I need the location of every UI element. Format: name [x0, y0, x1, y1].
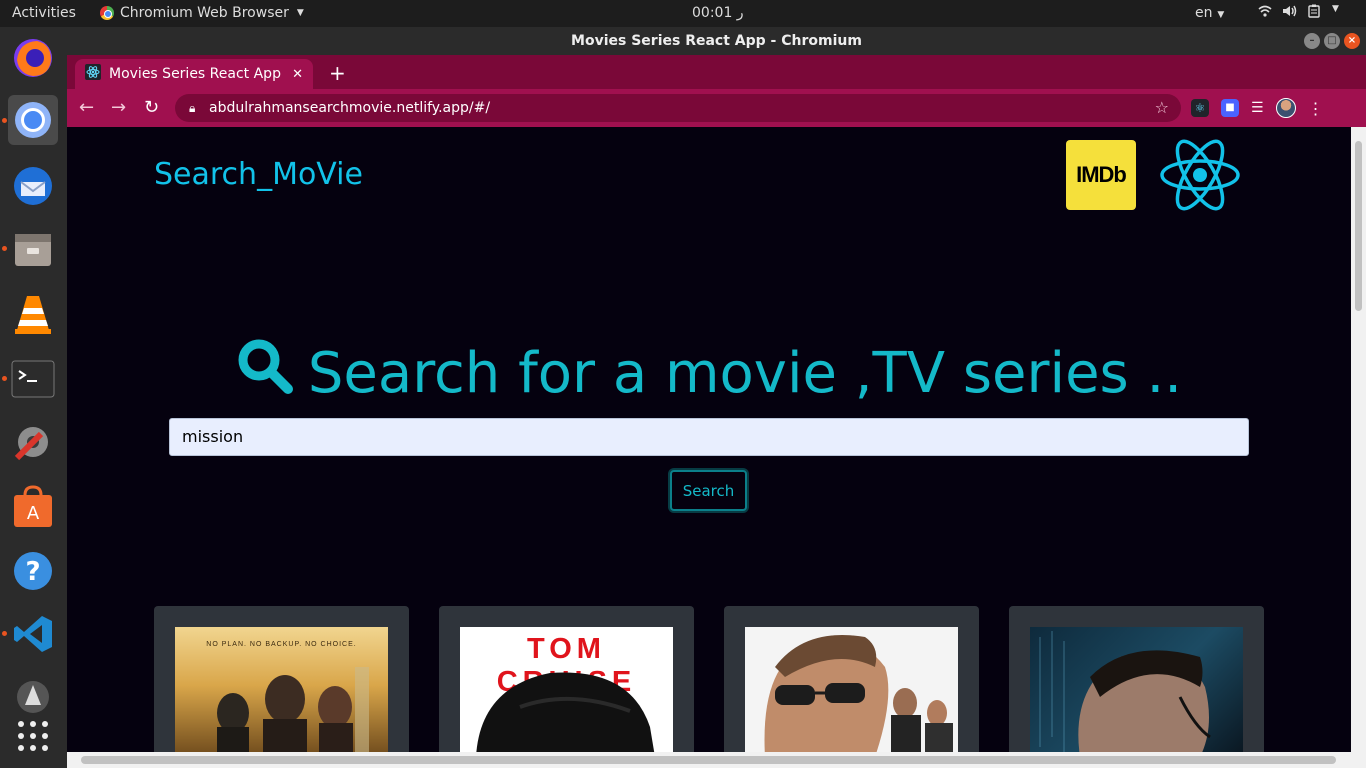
close-window-button[interactable]: ×: [1344, 33, 1360, 49]
tab-strip: Movies Series React App ✕ +: [67, 55, 1366, 89]
video-extension-icon[interactable]: ■: [1221, 99, 1239, 117]
imdb-logo-text: IMDb: [1076, 162, 1127, 187]
running-indicator: [2, 376, 7, 381]
site-brand[interactable]: Search_MoVie: [154, 157, 363, 192]
maximize-button[interactable]: □: [1324, 33, 1340, 49]
chromium-icon[interactable]: [8, 95, 58, 145]
tab-movies-series[interactable]: Movies Series React App ✕: [75, 59, 313, 89]
react-favicon-icon: [85, 64, 101, 84]
software-icon[interactable]: A: [8, 482, 58, 532]
search-button[interactable]: Search: [670, 470, 747, 511]
running-indicator: [2, 246, 7, 251]
reload-icon[interactable]: ↻: [144, 97, 159, 118]
language-label: en: [1195, 5, 1213, 21]
search-input[interactable]: mission: [169, 418, 1249, 456]
help-icon[interactable]: ?: [8, 546, 58, 596]
caret-down-icon: ▼: [1332, 4, 1339, 14]
activities-button[interactable]: Activities: [12, 5, 76, 21]
terminal-icon[interactable]: [8, 354, 58, 404]
app-menu[interactable]: Chromium Web Browser ▼: [100, 5, 304, 21]
address-bar[interactable]: 🔒︎ abdulrahmansearchmovie.netlify.app/#/…: [175, 94, 1181, 122]
svg-text:?: ?: [25, 557, 40, 587]
url-text: abdulrahmansearchmovie.netlify.app/#/: [209, 100, 491, 116]
chromium-small-icon: [100, 6, 114, 20]
vertical-scroll-thumb[interactable]: [1355, 141, 1362, 311]
horizontal-scroll-thumb[interactable]: [81, 756, 1336, 764]
minimize-button[interactable]: –: [1304, 33, 1320, 49]
movie-poster[interactable]: [1030, 627, 1243, 752]
movie-card[interactable]: [724, 606, 979, 752]
running-indicator: [2, 118, 7, 123]
thunderbird-icon[interactable]: [8, 161, 58, 211]
movie-poster[interactable]: TOM CRUISE: [460, 627, 673, 752]
running-indicator: [2, 631, 7, 636]
browser-menu-icon[interactable]: ⋮: [1308, 99, 1324, 118]
movie-poster[interactable]: [745, 627, 958, 752]
back-arrow-icon[interactable]: ←: [79, 97, 94, 118]
app-menu-label: Chromium Web Browser: [120, 5, 289, 21]
movie-card[interactable]: TOM CRUISE: [439, 606, 694, 752]
battery-clipboard-icon: [1308, 4, 1320, 22]
imdb-logo: IMDb: [1066, 140, 1136, 210]
caret-down-icon: ▼: [1214, 10, 1225, 20]
window-titlebar[interactable]: Movies Series React App - Chromium – □ ×: [67, 27, 1366, 55]
clock[interactable]: ر 00:01: [692, 5, 744, 21]
system-top-bar: Activities Chromium Web Browser ▼ ر 00:0…: [0, 0, 1366, 27]
vertical-scrollbar[interactable]: [1351, 127, 1366, 752]
show-apps-icon[interactable]: [8, 711, 58, 761]
media-controls-icon[interactable]: ☰: [1251, 100, 1264, 116]
settings-icon[interactable]: [8, 417, 58, 467]
wifi-icon: [1258, 4, 1272, 22]
vlc-icon[interactable]: [8, 289, 58, 339]
forward-arrow-icon[interactable]: →: [111, 97, 126, 118]
dock: A ?: [0, 27, 67, 768]
firefox-icon[interactable]: [8, 33, 58, 83]
react-devtools-extension-icon[interactable]: ⚛: [1191, 99, 1209, 117]
react-logo-icon: [1159, 138, 1241, 216]
tab-title: Movies Series React App: [109, 66, 281, 82]
status-area[interactable]: ▼: [1258, 4, 1339, 22]
vscode-icon[interactable]: [8, 609, 58, 659]
lock-icon: 🔒︎: [189, 101, 196, 115]
svg-text:A: A: [27, 503, 40, 524]
new-tab-button[interactable]: +: [329, 61, 346, 85]
files-icon[interactable]: [8, 224, 58, 274]
language-indicator[interactable]: en ▼: [1195, 5, 1224, 21]
hero-title: Search for a movie ,TV series ..: [307, 340, 1183, 406]
window-title: Movies Series React App - Chromium: [571, 33, 862, 49]
movie-card[interactable]: [1009, 606, 1264, 752]
web-page: Search_MoVie IMDb Search for a movie ,TV…: [67, 127, 1351, 752]
movie-card[interactable]: NO PLAN. NO BACKUP. NO CHOICE.: [154, 606, 409, 752]
bookmark-star-icon[interactable]: ☆: [1155, 94, 1169, 122]
profile-avatar[interactable]: [1275, 98, 1296, 118]
horizontal-scrollbar[interactable]: [67, 752, 1366, 768]
volume-icon: [1282, 4, 1298, 22]
hero-heading: Search for a movie ,TV series ..: [67, 337, 1351, 409]
search-icon: [236, 337, 294, 409]
tab-close-icon[interactable]: ✕: [292, 67, 303, 82]
browser-toolbar: ← → ↻ 🔒︎ abdulrahmansearchmovie.netlify.…: [67, 89, 1366, 127]
movie-poster[interactable]: NO PLAN. NO BACKUP. NO CHOICE.: [175, 627, 388, 752]
caret-down-icon: ▼: [296, 8, 304, 18]
browser-window: Movies Series React App - Chromium – □ ×…: [67, 27, 1366, 768]
